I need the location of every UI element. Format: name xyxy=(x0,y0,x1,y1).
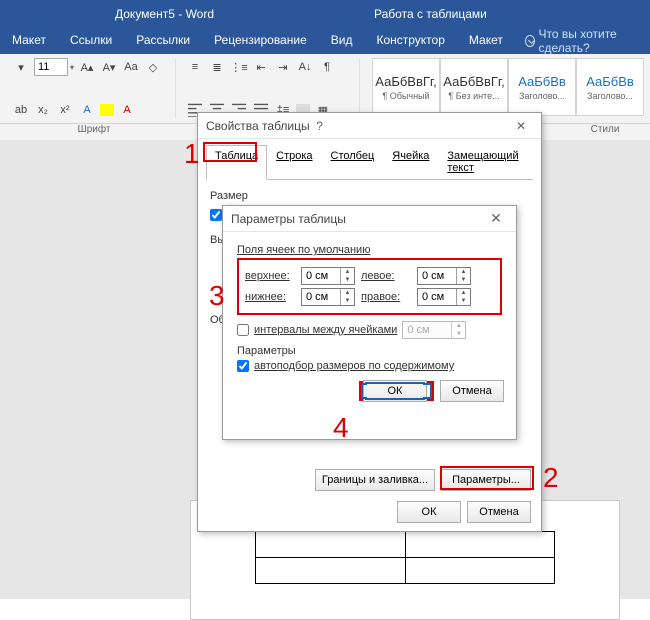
cell-margins-group: верхнее: ▲▼ левое: ▲▼ нижнее: ▲▼ правое:… xyxy=(237,258,502,315)
group-label-styles: Стили xyxy=(560,124,650,141)
tab-links[interactable]: Ссылки xyxy=(58,28,124,54)
top-margin-label: верхнее: xyxy=(245,270,295,282)
dlg1-cancel-button[interactable]: Отмена xyxy=(467,501,531,523)
bottom-margin-label: нижнее: xyxy=(245,291,295,303)
subscript-icon[interactable]: x₂ xyxy=(34,101,52,119)
style-normal[interactable]: АаБбВвГг, ¶ Обычный xyxy=(372,58,440,116)
tab-review[interactable]: Рецензирование xyxy=(202,28,319,54)
bottom-margin-input[interactable] xyxy=(302,289,340,305)
tab-row[interactable]: Строка xyxy=(267,145,321,179)
tab-alttext[interactable]: Замещающий текст xyxy=(438,145,533,179)
table-tools-title: Работа с таблицами xyxy=(374,7,487,21)
ribbon-tabs: Макет Ссылки Рассылки Рецензирование Вид… xyxy=(0,28,650,54)
close-icon[interactable]: ✕ xyxy=(509,119,533,133)
left-margin-spinner[interactable]: ▲▼ xyxy=(417,267,471,285)
document-table[interactable] xyxy=(255,531,555,584)
document-title: Документ5 - Word xyxy=(115,7,214,21)
tab-table-design[interactable]: Конструктор xyxy=(364,28,456,54)
sort-icon[interactable]: A↓ xyxy=(296,58,314,76)
chevron-down-icon[interactable]: ▾ xyxy=(70,63,74,72)
pilcrow-icon[interactable]: ¶ xyxy=(318,58,336,76)
dlg1-ok-button[interactable]: ОК xyxy=(397,501,461,523)
cell-spacing-label: интервалы между ячейками xyxy=(254,324,397,336)
multilevel-icon[interactable]: ⋮≡ xyxy=(230,58,248,76)
indent-dec-icon[interactable]: ⇤ xyxy=(252,58,270,76)
change-case-icon[interactable]: Aa xyxy=(122,58,140,76)
tab-table[interactable]: Таблица xyxy=(206,145,267,180)
style-nospacing[interactable]: АаБбВвГг, ¶ Без инте... xyxy=(440,58,508,116)
grow-font-icon[interactable]: A▴ xyxy=(78,58,96,76)
margins-label: Поля ячеек по умолчанию xyxy=(237,244,502,256)
cell-spacing-input xyxy=(403,322,451,338)
ok-highlight: ОК xyxy=(359,381,434,401)
clear-format-icon[interactable]: ◇ xyxy=(144,58,162,76)
dialog1-tabs: Таблица Строка Столбец Ячейка Замещающий… xyxy=(206,145,533,180)
strike-icon[interactable]: ab xyxy=(12,101,30,119)
bottom-margin-spinner[interactable]: ▲▼ xyxy=(301,288,355,306)
tab-column[interactable]: Столбец xyxy=(322,145,384,179)
close-icon[interactable]: ✕ xyxy=(484,210,508,227)
dialog2-title: Параметры таблицы xyxy=(231,212,346,226)
width-checkbox[interactable] xyxy=(210,209,222,221)
left-margin-input[interactable] xyxy=(418,268,456,284)
bullets-icon[interactable]: ≡ xyxy=(186,58,204,76)
annotation-2: 2 xyxy=(543,462,559,494)
dialog2-titlebar[interactable]: Параметры таблицы ✕ xyxy=(223,206,516,232)
font-color-icon[interactable]: A xyxy=(118,101,136,119)
shrink-font-icon[interactable]: A▾ xyxy=(100,58,118,76)
app-title-bar: Документ5 - Word Работа с таблицами xyxy=(0,0,650,28)
group-label-font: Шрифт xyxy=(0,124,188,141)
tell-me-label: Что вы хотите сделать? xyxy=(539,27,640,55)
right-margin-input[interactable] xyxy=(418,289,456,305)
text-effects-icon[interactable]: A xyxy=(78,101,96,119)
annotation-1: 1 xyxy=(184,138,200,170)
highlight-icon[interactable] xyxy=(100,104,114,116)
tab-table-layout[interactable]: Макет xyxy=(457,28,515,54)
dlg2-ok-button[interactable]: ОК xyxy=(363,380,427,402)
font-group: ▾ ▾ A▴ A▾ Aa ◇ ab x₂ x² A A xyxy=(6,58,176,119)
autofit-checkbox[interactable] xyxy=(237,360,249,372)
options-label: Параметры xyxy=(237,345,502,357)
tab-cell[interactable]: Ячейка xyxy=(383,145,438,179)
dlg2-cancel-button[interactable]: Отмена xyxy=(440,380,504,402)
tab-mailings[interactable]: Рассылки xyxy=(124,28,202,54)
font-dropdown-icon[interactable]: ▾ xyxy=(12,58,30,76)
annotation-4: 4 xyxy=(333,412,349,444)
cell-spacing-spinner: ▲▼ xyxy=(402,321,466,339)
tab-view[interactable]: Вид xyxy=(319,28,365,54)
numbering-icon[interactable]: ≣ xyxy=(208,58,226,76)
superscript-icon[interactable]: x² xyxy=(56,101,74,119)
right-margin-spinner[interactable]: ▲▼ xyxy=(417,288,471,306)
indent-inc-icon[interactable]: ⇥ xyxy=(274,58,292,76)
style-heading1[interactable]: АаБбВв Заголово... xyxy=(508,58,576,116)
dialog1-titlebar: Свойства таблицы ? ✕ xyxy=(198,113,541,139)
size-label: Размер xyxy=(210,190,529,202)
help-icon[interactable]: ? xyxy=(310,119,330,133)
annotation-3: 3 xyxy=(209,280,225,312)
top-margin-spinner[interactable]: ▲▼ xyxy=(301,267,355,285)
options-button[interactable]: Параметры... xyxy=(441,469,531,491)
cell-spacing-checkbox[interactable] xyxy=(237,324,249,336)
bulb-icon xyxy=(525,35,535,47)
top-margin-input[interactable] xyxy=(302,268,340,284)
dialog-table-options: Параметры таблицы ✕ Поля ячеек по умолча… xyxy=(222,205,517,440)
tab-layout[interactable]: Макет xyxy=(0,28,58,54)
style-heading2[interactable]: АаБбВв Заголово... xyxy=(576,58,644,116)
styles-gallery[interactable]: АаБбВвГг, ¶ Обычный АаБбВвГг, ¶ Без инте… xyxy=(372,58,644,119)
tell-me[interactable]: Что вы хотите сделать? xyxy=(515,28,650,54)
borders-button[interactable]: Границы и заливка... xyxy=(315,469,435,491)
left-margin-label: левое: xyxy=(361,270,411,282)
paragraph-group: ≡ ≣ ⋮≡ ⇤ ⇥ A↓ ¶ ‡≡ ▦ xyxy=(180,58,360,119)
dialog1-title: Свойства таблицы xyxy=(206,119,310,133)
right-margin-label: правое: xyxy=(361,291,411,303)
font-size-input[interactable] xyxy=(34,58,68,76)
autofit-label: автоподбор размеров по содержимому xyxy=(254,360,454,372)
